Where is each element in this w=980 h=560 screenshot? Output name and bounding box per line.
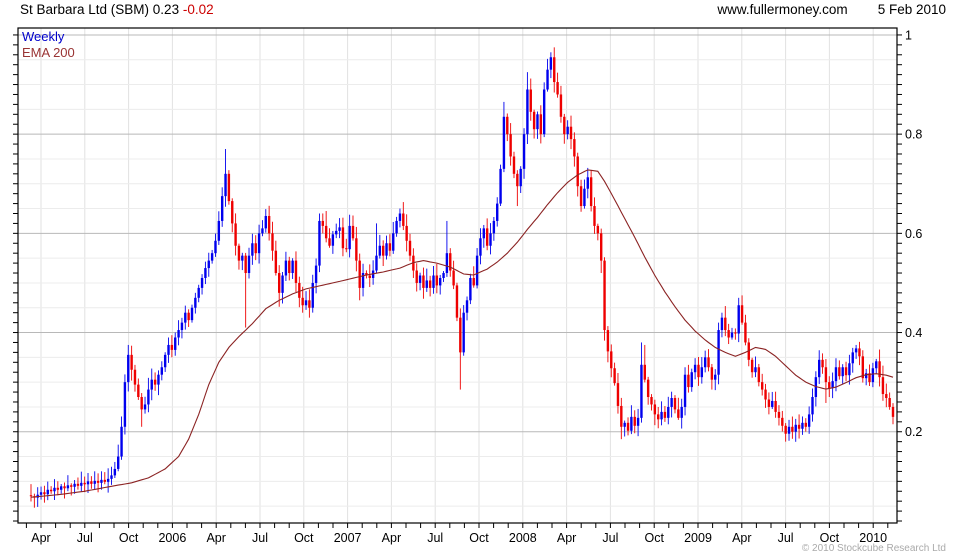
legend-weekly: Weekly (22, 29, 65, 44)
y-axis-label: 0.4 (905, 326, 922, 340)
x-axis-label: Apr (31, 531, 50, 545)
ema-200-line (30, 169, 894, 498)
candles-layer (29, 47, 895, 508)
x-axis-ticks (25, 523, 889, 528)
price-change: -0.02 (182, 2, 214, 17)
x-axis-label: Jul (602, 531, 618, 545)
x-axis-label: Oct (469, 531, 489, 545)
legend-ema-200: EMA 200 (22, 45, 75, 60)
x-axis-label: Jul (778, 531, 794, 545)
x-axis-label: Jul (427, 531, 443, 545)
plot-border (17, 27, 898, 524)
y-axis-labels: 1 0.8 0.6 0.4 0.2 (905, 28, 922, 439)
y-axis-label: 0.2 (905, 425, 922, 439)
site-url: www.fullermoney.com (717, 2, 848, 17)
y-axis-label: 0.6 (905, 227, 922, 241)
copyright-notice: © 2010 Stockcube Research Ltd (801, 543, 946, 554)
x-axis-label: Oct (294, 531, 314, 545)
chart-window: 1 0.8 0.6 0.4 0.2 Apr Jul Oct 2006 Apr Jul Oct 2007 A… (0, 0, 980, 560)
x-axis-label: 2007 (334, 531, 362, 545)
y-axis-label: 0.8 (905, 128, 922, 142)
x-axis-label: 2008 (509, 531, 537, 545)
x-axis-label: 2009 (684, 531, 712, 545)
price-chart: 10.80.60.40.2Apr Jul Oct 2006 Apr Jul Oct 2007 A… (13, 27, 922, 545)
x-axis-labels: Apr Jul Oct 2006 Apr Jul Oct 2007 Apr Jul Oct 2008 A… (31, 531, 887, 545)
x-axis-label: Apr (206, 531, 225, 545)
chart-title: St Barbara Ltd (SBM) 0.23 (20, 2, 180, 17)
x-axis-label: Jul (252, 531, 268, 545)
x-axis-label: Oct (119, 531, 139, 545)
header-right: www.fullermoney.com 5 Feb 2010 (717, 2, 946, 17)
y-axis-label: 1 (905, 28, 912, 42)
x-axis-label: Apr (557, 531, 576, 545)
vertical-gridlines (40, 28, 874, 523)
chart-date: 5 Feb 2010 (877, 2, 946, 17)
y-axis-ticks (13, 34, 902, 522)
x-axis-label: Apr (382, 531, 401, 545)
x-axis-label: 2006 (158, 531, 186, 545)
x-axis-label: Oct (644, 531, 664, 545)
x-axis-label: Apr (732, 531, 751, 545)
x-axis-label: Jul (77, 531, 93, 545)
chart-header: St Barbara Ltd (SBM) 0.23 -0.02 (20, 2, 214, 17)
